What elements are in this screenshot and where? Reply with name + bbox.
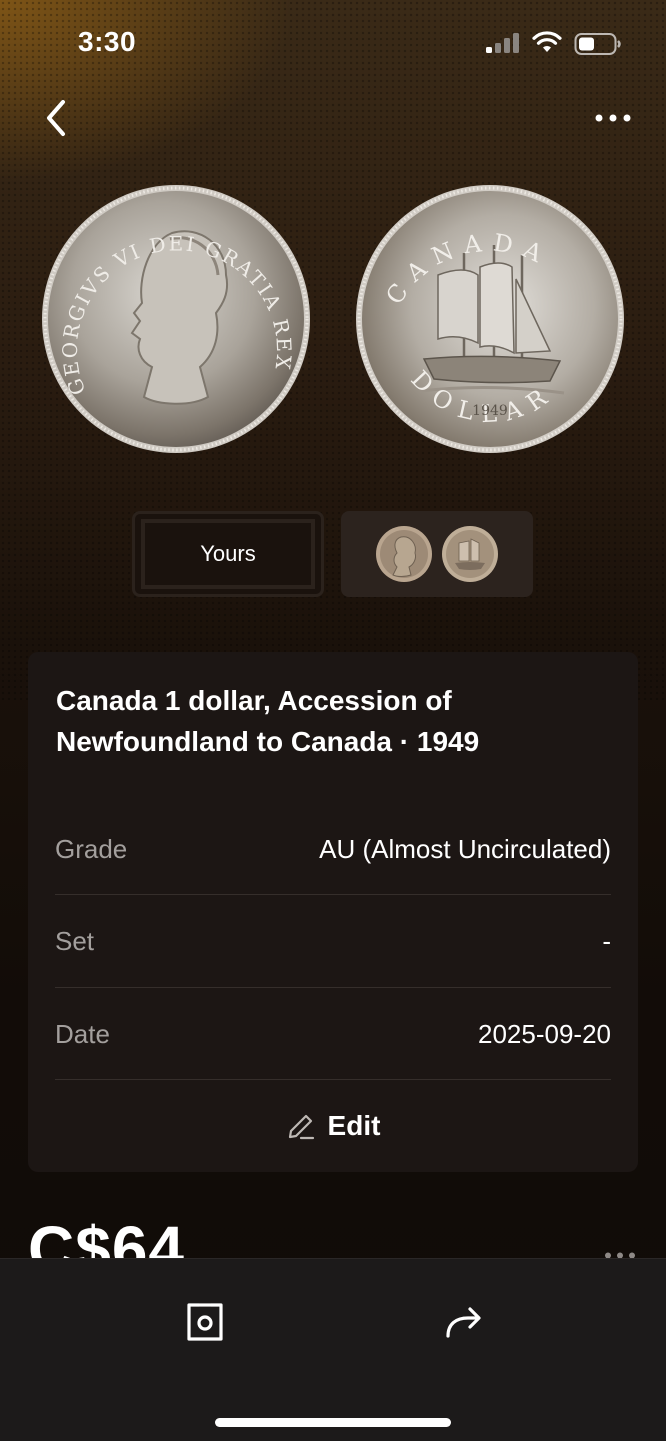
back-button[interactable] (36, 92, 76, 144)
grade-row: Grade AU (Almost Uncirculated) (55, 803, 611, 895)
battery-icon (574, 33, 621, 55)
ellipsis-icon (595, 114, 631, 122)
chevron-left-icon (47, 100, 65, 136)
status-time: 3:30 (78, 26, 137, 57)
set-label: Set (55, 925, 95, 956)
pencil-icon (288, 1114, 314, 1140)
coin-reverse-image[interactable]: CANADA DOLLAR 1949 (354, 183, 626, 455)
more-options-button[interactable] (588, 100, 638, 136)
coin-title: Canada 1 dollar, Accession of Newfoundla… (56, 685, 480, 757)
date-row: Date 2025-09-20 (55, 988, 611, 1080)
yours-tab[interactable]: Yours (132, 511, 324, 597)
share-forward-icon (446, 1307, 481, 1338)
date-label: Date (55, 1018, 110, 1049)
share-button[interactable] (438, 1297, 488, 1347)
edit-label: Edit (327, 1110, 381, 1141)
edit-button[interactable]: Edit (28, 1080, 638, 1172)
cellular-signal-icon (486, 33, 519, 53)
reference-obverse-thumbnail (376, 526, 432, 582)
grade-label: Grade (55, 833, 128, 864)
reference-reverse-thumbnail (442, 526, 498, 582)
svg-text:1949: 1949 (472, 403, 508, 419)
home-indicator (215, 1418, 451, 1427)
camera-scan-icon (187, 1303, 223, 1341)
scan-button[interactable] (180, 1297, 230, 1347)
coin-obverse-image[interactable]: GEORGIVS VI DEI GRATIA REX (40, 183, 312, 455)
grade-value: AU (Almost Uncirculated) (319, 833, 611, 864)
wifi-icon (532, 31, 562, 52)
set-value: - (602, 925, 611, 956)
coin-details-card: Canada 1 dollar, Accession of Newfoundla… (28, 652, 638, 1172)
bottom-toolbar (0, 1258, 666, 1441)
yours-tab-label: Yours (141, 519, 315, 589)
reference-coins-tab[interactable] (341, 511, 533, 597)
set-row: Set - (55, 895, 611, 987)
date-value: 2025-09-20 (478, 1018, 611, 1049)
